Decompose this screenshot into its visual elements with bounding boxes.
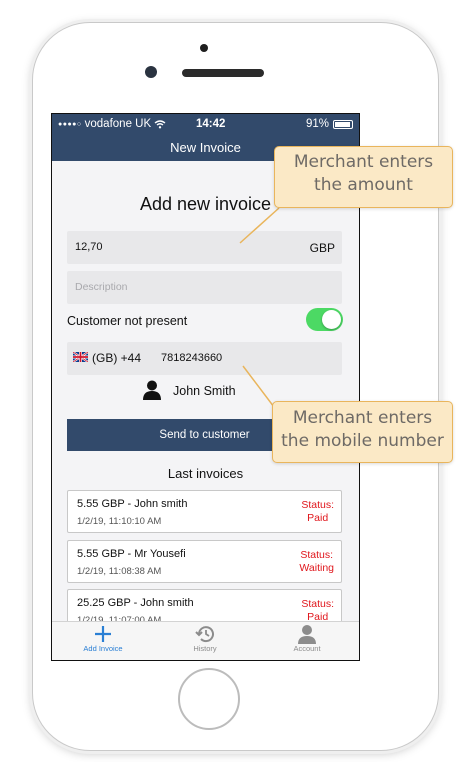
customer-not-present-label: Customer not present [67,314,188,328]
status-bar: ●●●●○ vodafone UK 14:42 91% [58,118,353,130]
invoice-status: Status: Paid [301,499,334,525]
status-value: Paid [307,512,329,524]
status-value: Waiting [299,562,334,574]
home-button[interactable] [178,668,240,730]
history-icon [195,626,214,643]
callout-text: the amount [314,175,413,195]
tab-label: Add Invoice [83,644,123,653]
callout-amount: Merchant enters the amount [274,146,453,208]
account-icon [298,625,316,644]
tab-label: Account [293,644,321,653]
status-label: Status: [301,499,334,511]
invoice-title: 5.55 GBP - Mr Yousefi [77,548,186,560]
battery-percent: 91% [305,118,329,130]
country-code[interactable]: (GB) +44 [92,351,141,365]
person-icon [143,380,161,400]
tab-add-invoice[interactable]: Add Invoice [73,624,133,653]
invoice-status: Status: Waiting [299,549,334,575]
currency-label: GBP [309,241,335,255]
tab-label: History [193,644,217,653]
status-label: Status: [301,598,334,610]
invoice-title: 25.25 GBP - John smith [77,597,194,609]
phone-number: 7818243660 [161,352,223,364]
plus-icon [95,626,111,642]
description-input[interactable]: Description [67,271,342,304]
mobile-number-input[interactable]: (GB) +44 7818243660 [67,342,342,375]
front-camera [145,66,157,78]
carrier-name: vodafone UK [84,118,152,130]
signal-icon: ●●●●○ [58,120,82,128]
status-label: Status: [300,549,334,561]
battery-icon [333,119,353,129]
tab-bar: Add Invoice History Account [52,621,359,660]
customer-name: John Smith [173,384,236,398]
amount-input[interactable]: 12,70 GBP [67,231,342,264]
wifi-icon [154,119,166,128]
last-invoices-title: Last invoices [167,466,244,481]
customer-not-present-toggle[interactable] [306,308,343,331]
proximity-sensor [200,44,208,52]
uk-flag-icon [73,352,88,362]
tab-account[interactable]: Account [277,624,337,653]
carrier: ●●●●○ vodafone UK [58,118,166,130]
battery-status: 91% [306,118,353,130]
callout-text: Merchant enters [292,408,433,428]
amount-value: 12,70 [75,241,103,253]
toggle-knob [322,310,341,329]
earpiece-speaker [182,69,264,77]
invoice-title: 5.55 GBP - John smith [77,498,188,510]
invoice-item[interactable]: 5.55 GBP - Mr Yousefi 1/2/19, 11:08:38 A… [67,540,342,583]
invoice-date: 1/2/19, 11:10:10 AM [77,516,162,527]
tab-history[interactable]: History [175,624,235,653]
callout-mobile-number: Merchant enters the mobile number [272,401,453,463]
callout-text: the mobile number [281,431,444,451]
invoice-item[interactable]: 5.55 GBP - John smith 1/2/19, 11:10:10 A… [67,490,342,533]
clock: 14:42 [196,118,226,130]
description-placeholder: Description [75,281,128,293]
callout-text: Merchant enters [293,152,434,172]
invoice-date: 1/2/19, 11:08:38 AM [77,566,162,577]
